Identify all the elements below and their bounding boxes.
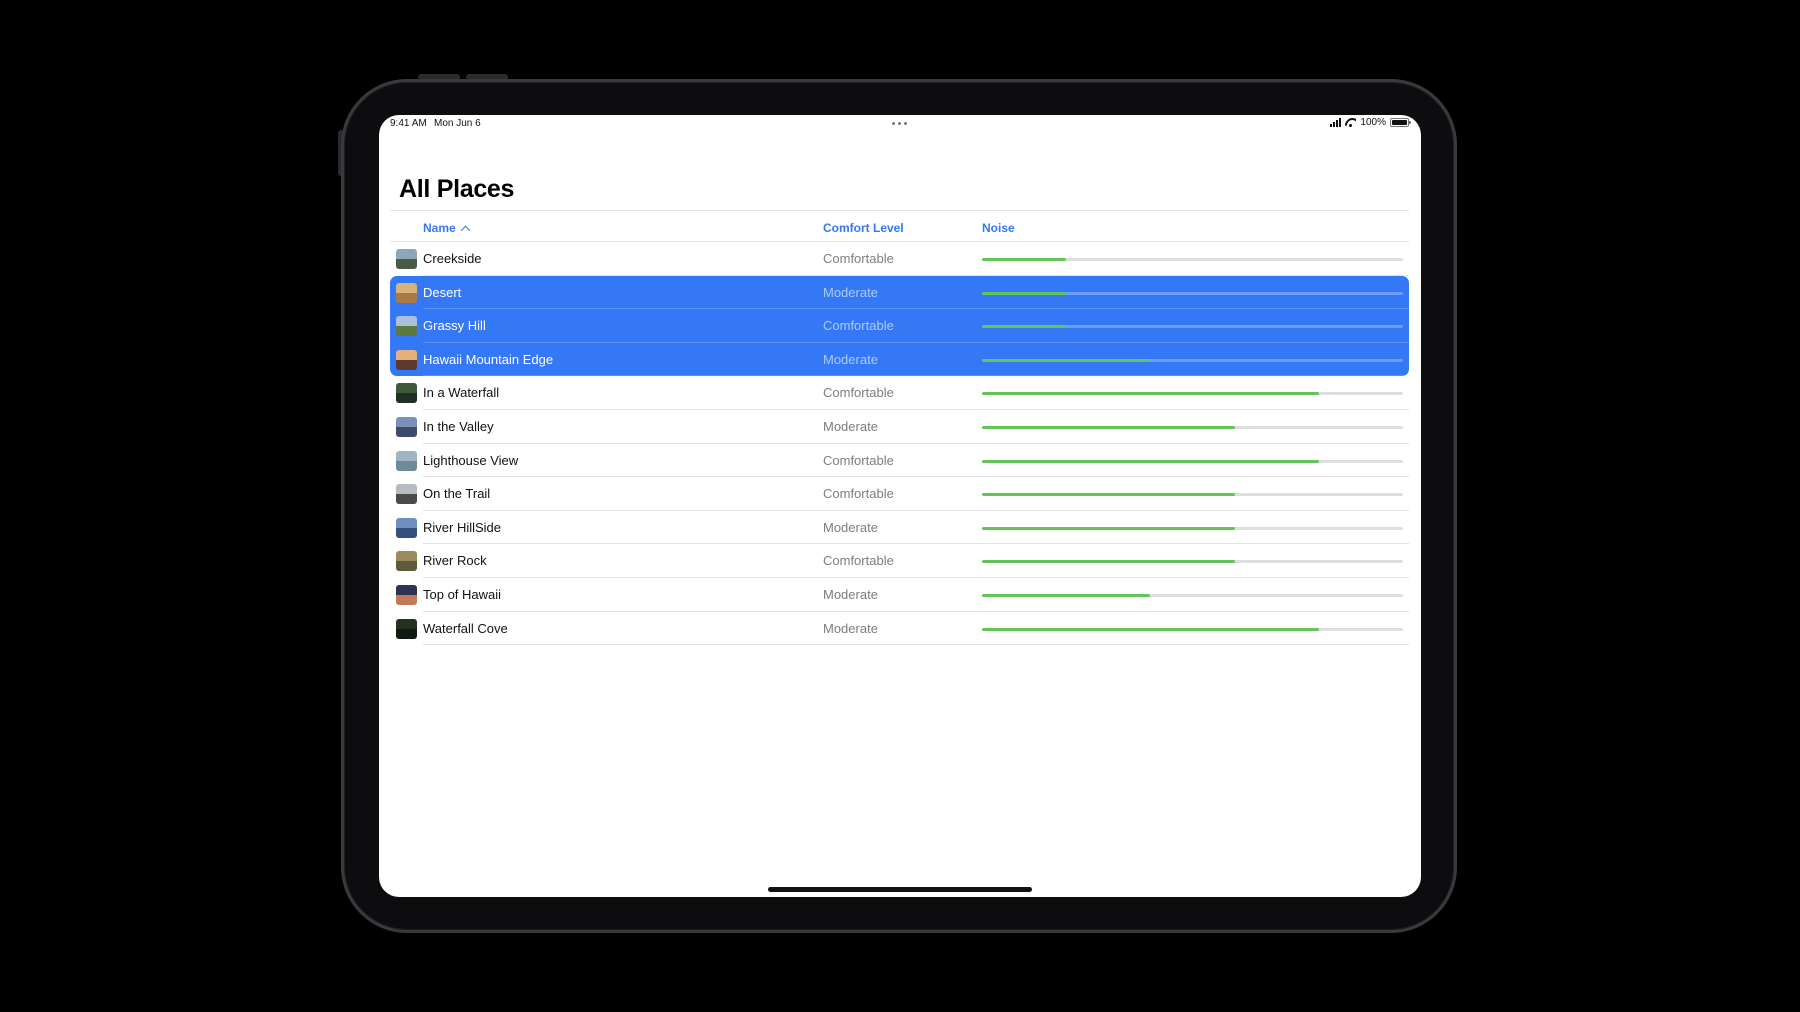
noise-gauge-fill [982,493,1235,497]
comfort-level: Moderate [823,519,878,535]
place-name: On the Trail [423,486,491,502]
battery-percent: 100% [1360,117,1386,128]
place-thumbnail [396,517,417,538]
table-row[interactable]: Waterfall Cove Moderate [390,612,1409,646]
noise-gauge-fill [982,392,1319,396]
comfort-level: Moderate [823,418,878,434]
place-thumbnail [396,450,417,471]
place-thumbnail [396,484,417,505]
noise-gauge-fill [982,593,1151,597]
table-row[interactable]: In a Waterfall Comfortable [390,376,1409,410]
noise-gauge-fill [982,258,1067,261]
comfort-level: Comfortable [823,452,894,468]
home-indicator[interactable] [768,887,1032,892]
comfort-level: Comfortable [823,553,894,569]
noise-gauge [982,291,1403,295]
comfort-level: Comfortable [823,251,894,266]
noise-gauge-fill [982,526,1235,530]
comfort-level: Comfortable [823,486,894,502]
table-row[interactable]: Creekside Comfortable [390,242,1409,276]
chevron-up-icon [460,225,471,235]
status-bar: 9:41 AM Mon Jun 6 100% [379,115,1421,133]
noise-gauge-fill [982,358,1151,362]
column-header-noise[interactable]: Noise [982,221,1015,235]
place-thumbnail [396,383,417,404]
noise-gauge [982,526,1403,530]
places-table: Name Comfort Level Noise Creekside Comfor… [390,210,1409,646]
place-name: Grassy Hill [423,318,486,334]
comfort-level: Comfortable [823,318,894,334]
place-name: River Rock [423,553,487,569]
table-header: Name Comfort Level Noise [390,210,1409,242]
place-thumbnail [396,282,417,303]
table-row[interactable]: Desert Moderate [390,275,1409,310]
column-header-name[interactable]: Name [423,221,471,235]
column-header-comfort[interactable]: Comfort Level [823,221,904,235]
noise-gauge [982,425,1403,429]
comfort-level: Moderate [823,284,878,300]
place-thumbnail [396,618,417,639]
place-name: Top of Hawaii [423,586,502,602]
noise-gauge [982,593,1403,597]
place-thumbnail [396,551,417,572]
place-name: In a Waterfall [423,385,500,401]
battery-icon [1390,118,1411,127]
noise-gauge-fill [982,291,1067,295]
noise-gauge-fill [982,425,1235,429]
noise-gauge [982,358,1403,362]
place-thumbnail [396,584,417,605]
place-thumbnail [396,416,417,437]
place-name: Desert [423,284,462,300]
noise-gauge [982,392,1403,396]
wifi-icon [1345,118,1356,127]
comfort-level: Moderate [823,351,878,367]
noise-gauge [982,493,1403,497]
status-date: Mon Jun 6 [434,118,481,129]
column-header-comfort-label: Comfort Level [823,221,904,235]
column-header-noise-label: Noise [982,221,1015,235]
place-name: In the Valley [423,418,494,434]
place-name: Waterfall Cove [423,620,508,636]
place-thumbnail [396,316,417,337]
table-row[interactable]: Grassy Hill Comfortable [390,309,1409,343]
table-row[interactable]: In the Valley Moderate [390,410,1409,444]
comfort-level: Moderate [823,620,878,636]
table-row[interactable]: On the Trail Comfortable [390,477,1409,511]
ipad-screen: 9:41 AM Mon Jun 6 100% All Places Name C… [379,115,1421,897]
comfort-level: Moderate [823,586,878,602]
row-separator [423,644,1409,646]
table-rows: Creekside Comfortable Desert Moderate Grassy… [390,242,1409,646]
table-row[interactable]: River HillSide Moderate [390,511,1409,545]
table-row[interactable]: River Rock Comfortable [390,544,1409,578]
noise-gauge [982,325,1403,329]
place-name: River HillSide [423,519,502,535]
page-title: All Places [399,175,515,203]
noise-gauge [982,258,1403,261]
comfort-level: Comfortable [823,385,894,401]
noise-gauge [982,560,1403,564]
table-row[interactable]: Hawaii Mountain Edge Moderate [390,342,1409,377]
table-row[interactable]: Top of Hawaii Moderate [390,578,1409,612]
place-name: Creekside [423,251,482,266]
status-right: 100% [1330,117,1411,128]
noise-gauge-fill [982,560,1235,564]
multitasking-dots-icon[interactable] [892,122,907,125]
place-thumbnail [396,349,417,370]
place-name: Lighthouse View [423,452,519,468]
noise-gauge-fill [982,459,1319,463]
place-thumbnail [396,249,417,269]
noise-gauge [982,459,1403,463]
cellular-signal-icon [1330,118,1342,127]
noise-gauge-fill [982,627,1319,631]
noise-gauge [982,627,1403,631]
column-header-name-label: Name [423,221,456,235]
place-name: Hawaii Mountain Edge [423,351,554,367]
table-row[interactable]: Lighthouse View Comfortable [390,444,1409,478]
status-time: 9:41 AM [390,118,427,129]
noise-gauge-fill [982,325,1067,329]
